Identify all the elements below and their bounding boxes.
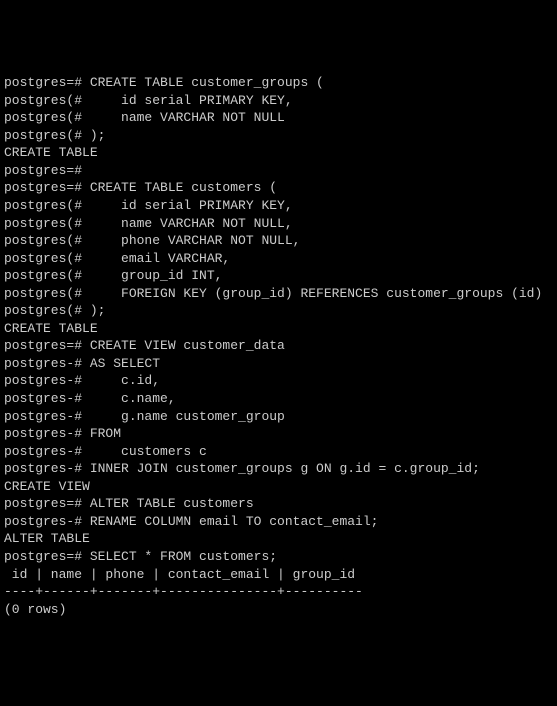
terminal-line: ----+------+-------+---------------+----… — [4, 583, 553, 601]
terminal-line: postgres-# g.name customer_group — [4, 408, 553, 426]
terminal-line: postgres(# group_id INT, — [4, 267, 553, 285]
terminal-line: CREATE TABLE — [4, 320, 553, 338]
terminal-line: postgres(# ); — [4, 302, 553, 320]
terminal-line: postgres-# AS SELECT — [4, 355, 553, 373]
terminal-line: ALTER TABLE — [4, 530, 553, 548]
terminal-line: postgres(# id serial PRIMARY KEY, — [4, 92, 553, 110]
terminal-line: postgres(# phone VARCHAR NOT NULL, — [4, 232, 553, 250]
terminal-line: postgres-# FROM — [4, 425, 553, 443]
terminal-line: postgres-# RENAME COLUMN email TO contac… — [4, 513, 553, 531]
terminal-line: id | name | phone | contact_email | grou… — [4, 566, 553, 584]
terminal-line: postgres=# ALTER TABLE customers — [4, 495, 553, 513]
terminal-line: postgres=# — [4, 162, 553, 180]
terminal-line: postgres-# INNER JOIN customer_groups g … — [4, 460, 553, 478]
terminal-line: postgres(# name VARCHAR NOT NULL, — [4, 215, 553, 233]
terminal-line: CREATE TABLE — [4, 144, 553, 162]
terminal-line: postgres=# CREATE TABLE customers ( — [4, 179, 553, 197]
terminal-line: postgres=# SELECT * FROM customers; — [4, 548, 553, 566]
terminal-line: postgres(# ); — [4, 127, 553, 145]
terminal-output: postgres=# CREATE TABLE customer_groups … — [4, 74, 553, 618]
terminal-line: (0 rows) — [4, 601, 553, 619]
terminal-line: postgres(# email VARCHAR, — [4, 250, 553, 268]
terminal-line: postgres(# id serial PRIMARY KEY, — [4, 197, 553, 215]
terminal-line: postgres=# CREATE VIEW customer_data — [4, 337, 553, 355]
terminal-line: postgres-# c.name, — [4, 390, 553, 408]
terminal-line: postgres(# name VARCHAR NOT NULL — [4, 109, 553, 127]
terminal-line: postgres-# customers c — [4, 443, 553, 461]
terminal-line: CREATE VIEW — [4, 478, 553, 496]
terminal-line: postgres-# c.id, — [4, 372, 553, 390]
terminal-line: postgres=# CREATE TABLE customer_groups … — [4, 74, 553, 92]
terminal-line: postgres(# FOREIGN KEY (group_id) REFERE… — [4, 285, 553, 303]
